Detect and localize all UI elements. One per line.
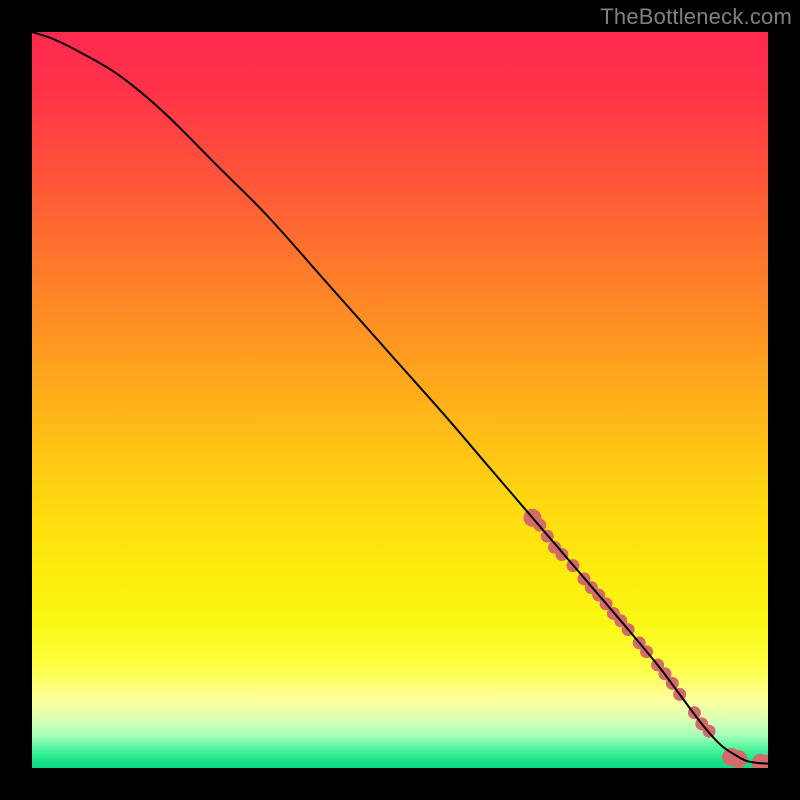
marker-dot bbox=[555, 548, 568, 561]
gradient-background bbox=[32, 32, 768, 768]
chart-frame: TheBottleneck.com bbox=[0, 0, 800, 800]
plot-svg bbox=[32, 32, 768, 768]
attribution-label: TheBottleneck.com bbox=[600, 4, 792, 30]
plot-area bbox=[32, 32, 768, 768]
